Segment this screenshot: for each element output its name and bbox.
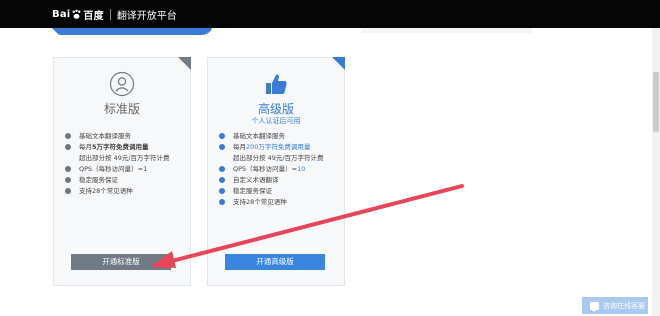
- bullet-icon: [65, 188, 71, 194]
- brand-divider: [109, 8, 111, 20]
- plan-subtitle: 个人认证后可用: [251, 117, 301, 125]
- plan-card-standard: 标准版 基础文本翻译服务 每月5万字符免费调用量 超出部分按 49元/百万字符计…: [53, 57, 191, 286]
- feature-item: 基础文本翻译服务: [65, 132, 189, 143]
- corner-fold-icon: [332, 57, 345, 70]
- bullet-icon: [65, 177, 71, 183]
- feature-item: 支持28个常见语种: [219, 198, 343, 209]
- bullet-icon: [219, 144, 225, 150]
- bullet-icon: [219, 166, 225, 172]
- top-bar: Bai 百度 翻译开放平台: [0, 0, 660, 28]
- chat-icon: [590, 301, 599, 312]
- feature-item: 超出部分按 49元/百万字符计费: [79, 154, 170, 162]
- bullet-icon: [219, 188, 225, 194]
- corner-fold-icon: [178, 57, 191, 70]
- bullet-icon: [65, 133, 71, 139]
- bullet-icon: [219, 133, 225, 139]
- platform-title: 翻译开放平台: [116, 10, 177, 22]
- feature-item: 稳定服务保证: [219, 187, 343, 198]
- feature-item: 每月200万字符免费调用量: [219, 143, 343, 154]
- feature-item: 自定义术语翻译: [219, 176, 343, 187]
- thumbs-up-icon: [266, 74, 287, 94]
- bullet-icon: [65, 166, 71, 172]
- online-support-button[interactable]: 咨询在线客服: [582, 297, 648, 314]
- activate-standard-button[interactable]: 开通标准版: [71, 254, 171, 270]
- tab-placeholder: [362, 28, 532, 33]
- scrollbar-thumb[interactable]: [653, 72, 659, 132]
- logo-text-latin: Bai: [52, 8, 71, 20]
- feature-list: 基础文本翻译服务 每月200万字符免费调用量 超出部分按 49元/百万字符计费 …: [219, 132, 343, 209]
- feature-item: 稳定服务保证: [65, 176, 189, 187]
- feature-item: 基础文本翻译服务: [219, 132, 343, 143]
- feature-item: 支持28个常见语种: [65, 187, 189, 198]
- feature-list: 基础文本翻译服务 每月5万字符免费调用量 超出部分按 49元/百万字符计费 QP…: [65, 132, 189, 198]
- bullet-icon: [219, 199, 225, 205]
- active-tab-indicator: [52, 28, 212, 35]
- vertical-scrollbar[interactable]: [652, 28, 660, 316]
- feature-item: QPS（每秒访问量）=10: [219, 165, 343, 176]
- activate-advanced-button[interactable]: 开通高级版: [225, 254, 325, 270]
- plan-card-advanced: 高级版 个人认证后可用 基础文本翻译服务 每月200万字符免费调用量 超出部分按…: [207, 57, 345, 286]
- feature-item: 超出部分按 49元/百万字符计费: [233, 154, 324, 162]
- brand[interactable]: Bai 百度 翻译开放平台: [52, 7, 177, 22]
- chat-label: 咨询在线客服: [603, 301, 645, 310]
- plan-title: 标准版: [103, 102, 140, 116]
- user-icon: [109, 71, 135, 97]
- paw-icon: [72, 9, 81, 19]
- logo-text-chinese: 百度: [83, 10, 104, 22]
- feature-item: QPS（每秒访问量）=1: [65, 165, 189, 176]
- feature-item: 每月5万字符免费调用量: [65, 143, 189, 154]
- bullet-icon: [65, 144, 71, 150]
- baidu-logo: Bai 百度: [52, 7, 104, 22]
- plan-title: 高级版: [257, 102, 294, 116]
- bullet-icon: [219, 177, 225, 183]
